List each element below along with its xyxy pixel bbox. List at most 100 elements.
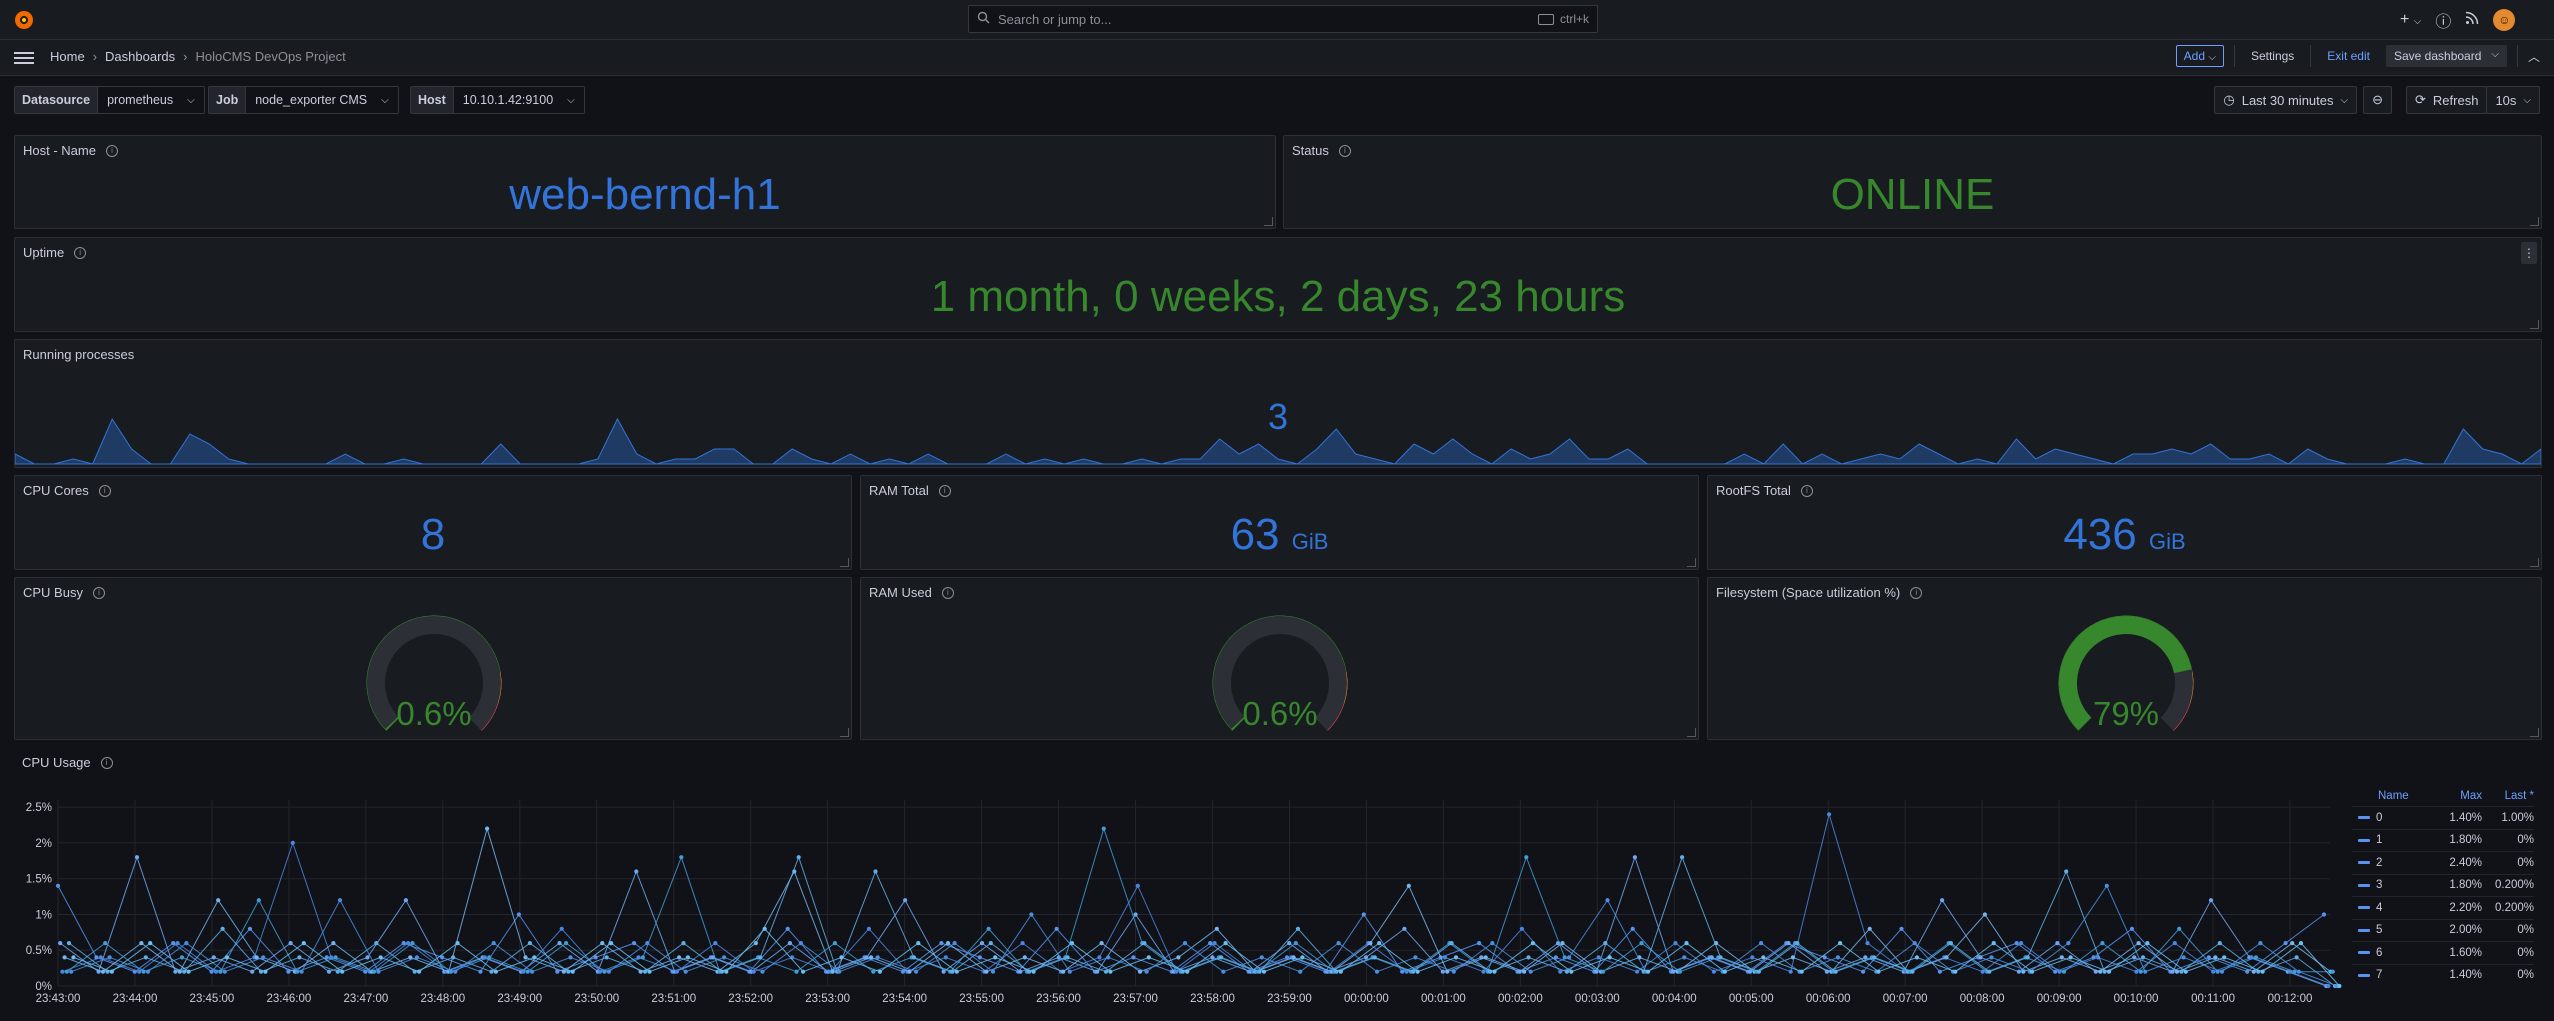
exit-edit-button[interactable]: Exit edit (2321, 46, 2376, 66)
hamburger-menu-icon[interactable] (14, 49, 34, 67)
info-icon[interactable]: i (938, 484, 951, 497)
search-bar[interactable]: Search or jump to... ctrl+k (968, 5, 1598, 33)
series-line-5 (68, 855, 2336, 987)
panel-uptime[interactable]: Uptime i 1 month, 0 weeks, 2 days, 23 hou… (14, 237, 2542, 332)
series-point-2 (1097, 955, 1102, 960)
refresh-interval-picker[interactable]: 10s ⌵ (2486, 86, 2540, 114)
legend-name-text: 2 (2376, 856, 2383, 869)
legend-row[interactable]: 6 1.60% 0% (2352, 941, 2534, 964)
series-point-0 (1208, 941, 1213, 946)
divider (2516, 45, 2518, 67)
panel-title: Host - Name i (23, 143, 118, 158)
x-tick-label: 00:06:00 (1806, 993, 1851, 1005)
panel-filesystem[interactable]: Filesystem (Space utilization %) i 79% (1707, 577, 2542, 740)
variable-job[interactable]: Job node_exporter CMS ⌵ (208, 86, 399, 114)
legend-name: 2 (2352, 857, 2422, 869)
refresh-button[interactable]: ⟳ Refresh (2406, 86, 2488, 114)
chevron-down-icon[interactable]: ⌵ (2491, 49, 2499, 63)
series-point-0 (478, 969, 483, 974)
legend-row[interactable]: 5 2.00% 0% (2352, 918, 2534, 942)
info-icon[interactable]: i (105, 144, 118, 157)
panel-ram-used[interactable]: RAM Used i 0.6% (860, 577, 1699, 740)
legend-row[interactable]: 3 1.80% 0.200% (2352, 873, 2534, 897)
panel-host-name[interactable]: Host - Name i web-bernd-h1 (14, 135, 1276, 229)
info-icon[interactable]: i (98, 484, 111, 497)
series-point-3 (1291, 955, 1296, 960)
resize-handle-icon[interactable] (2530, 217, 2539, 226)
breadcrumb-dashboards[interactable]: Dashboards (105, 49, 175, 64)
breadcrumb-home[interactable]: Home (50, 49, 85, 64)
panel-cpu-busy[interactable]: CPU Busy i 0.6% (14, 577, 852, 740)
panel-ram-total[interactable]: RAM Total i 63 GiB (860, 475, 1699, 570)
legend-header-name[interactable]: Name (2352, 790, 2422, 802)
resize-handle-icon[interactable] (1687, 558, 1696, 567)
legend-header-max[interactable]: Max (2422, 790, 2482, 802)
series-point-4 (640, 955, 646, 960)
legend-header-last[interactable]: Last * (2482, 790, 2534, 802)
save-dashboard-button[interactable]: Save dashboard ⌵ (2385, 45, 2507, 67)
series-point-7 (2030, 969, 2035, 974)
series-point-3 (1560, 941, 1565, 946)
series-point-3 (331, 941, 336, 946)
x-tick-label: 00:03:00 (1575, 993, 1620, 1005)
info-icon[interactable]: i (100, 756, 113, 769)
variable-value[interactable]: 10.10.1.42:9100 ⌵ (453, 87, 584, 113)
series-point-7 (2106, 969, 2112, 974)
info-icon[interactable]: i (92, 586, 105, 599)
info-icon[interactable]: i (941, 586, 954, 599)
info-icon[interactable]: i (1910, 586, 1923, 599)
series-point-0 (2129, 926, 2135, 931)
legend-row[interactable]: 7 1.40% 0% (2352, 963, 2534, 987)
add-new-menu[interactable]: + ⌵ (2400, 11, 2421, 29)
resize-handle-icon[interactable] (1687, 728, 1696, 737)
collapse-chevron-up-icon[interactable]: ︿ (2528, 48, 2540, 65)
panel-title: CPU Usage i (22, 755, 113, 770)
series-point-6 (2296, 969, 2301, 974)
settings-button[interactable]: Settings (2245, 46, 2300, 66)
legend-row[interactable]: 2 2.40% 0% (2352, 851, 2534, 874)
panel-menu-icon[interactable]: ⋮ (2521, 242, 2537, 264)
x-tick-label: 23:44:00 (113, 993, 158, 1005)
info-icon[interactable]: i (1338, 144, 1351, 157)
panel-running-processes[interactable]: Running processes 3 (14, 339, 2542, 468)
info-icon[interactable]: i (74, 246, 87, 259)
panel-status[interactable]: Status i ONLINE (1283, 135, 2542, 229)
series-point-2 (137, 969, 142, 974)
series-point-4 (2100, 941, 2105, 946)
resize-handle-icon[interactable] (1264, 217, 1273, 226)
variable-datasource[interactable]: Datasource prometheus ⌵ (14, 86, 205, 114)
legend-row[interactable]: 1 1.80% 0% (2352, 828, 2534, 852)
series-point-5 (681, 941, 686, 946)
legend-row[interactable]: 4 2.20% 0.200% (2352, 896, 2534, 919)
news-feed-icon[interactable] (2465, 11, 2479, 30)
variable-host[interactable]: Host 10.10.1.42:9100 ⌵ (410, 86, 585, 114)
resize-handle-icon[interactable] (840, 558, 849, 567)
time-range-picker[interactable]: ◷ Last 30 minutes ⌵ (2214, 86, 2358, 114)
series-point-0 (209, 969, 214, 974)
variable-value[interactable]: prometheus ⌵ (98, 87, 204, 113)
resize-handle-icon[interactable] (840, 728, 849, 737)
series-point-3 (561, 969, 567, 974)
panel-rootfs-total[interactable]: RootFS Total i 436 GiB (1707, 475, 2542, 570)
info-icon[interactable]: i (1800, 484, 1813, 497)
resize-handle-icon[interactable] (2530, 558, 2539, 567)
legend-row[interactable]: 0 1.40% 1.00% (2352, 806, 2534, 829)
zoom-out-button[interactable]: ⊖ (2363, 86, 2392, 114)
series-point-4 (2138, 969, 2143, 974)
series-point-5 (1411, 969, 1416, 974)
series-point-0 (1630, 926, 1635, 931)
series-point-0 (55, 883, 61, 888)
help-icon[interactable]: ⓘ (2435, 8, 2451, 32)
grafana-logo-icon[interactable] (12, 8, 36, 32)
user-avatar[interactable]: ☺ (2493, 9, 2516, 31)
add-button[interactable]: Add ⌵ (2175, 45, 2224, 67)
series-point-7 (1453, 955, 1459, 960)
resize-handle-icon[interactable] (2530, 728, 2539, 737)
series-line-7 (73, 928, 2340, 987)
resize-handle-icon[interactable] (2530, 320, 2539, 329)
legend-name-text: 1 (2376, 834, 2383, 847)
variable-value[interactable]: node_exporter CMS ⌵ (246, 87, 398, 113)
series-point-7 (2183, 969, 2188, 974)
panel-cpu-cores[interactable]: CPU Cores i 8 (14, 475, 852, 570)
series-point-7 (301, 941, 306, 946)
